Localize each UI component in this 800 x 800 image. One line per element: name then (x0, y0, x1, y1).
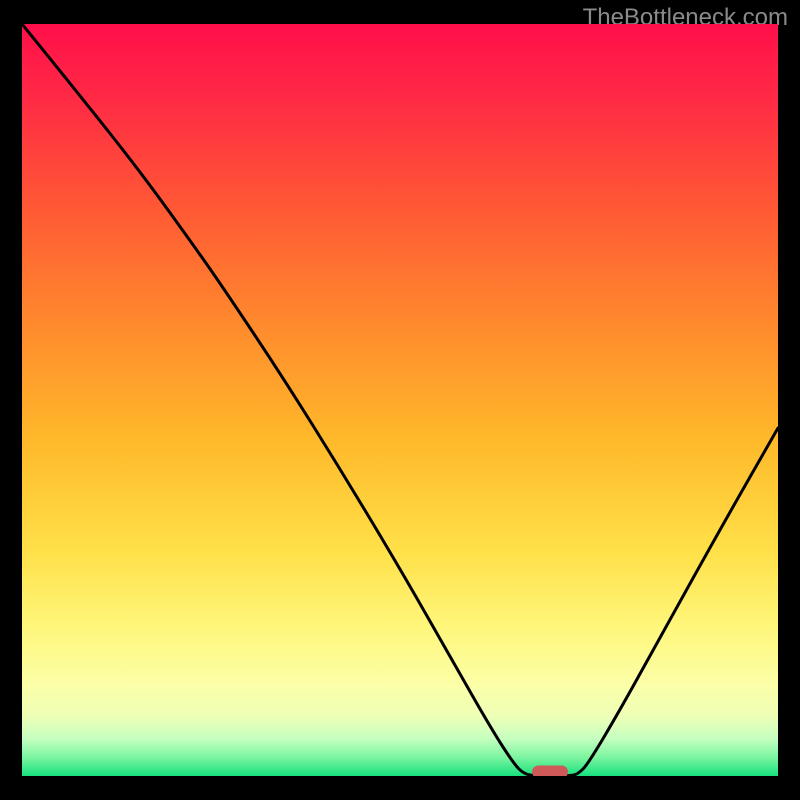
curve-svg (22, 24, 778, 776)
plot-area (22, 24, 778, 776)
chart-stage: TheBottleneck.com (0, 0, 800, 800)
bottleneck-curve (22, 24, 778, 776)
optimal-marker (532, 766, 568, 777)
